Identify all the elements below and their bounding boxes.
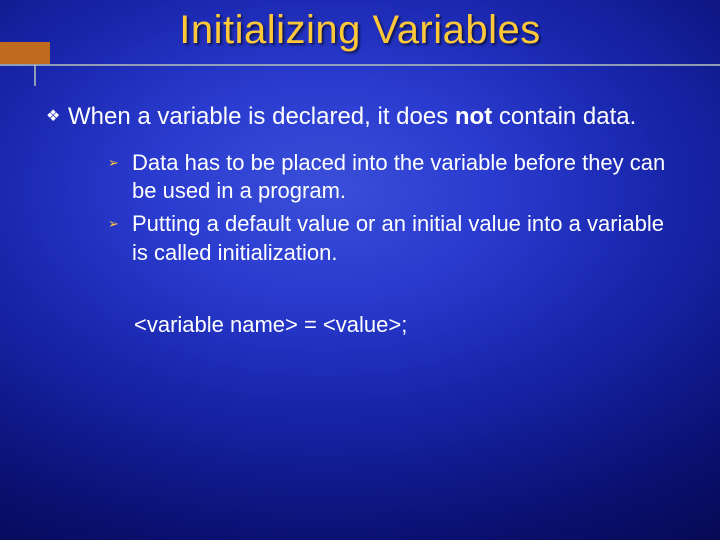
sub-a-text: Data has to be placed into the variable … [132,149,680,206]
bullet1-pre: When a variable is declared, it does [68,103,455,130]
syntax-example: <variable name> = <value>; [134,311,680,339]
bullet-level2: ➢ Putting a default value or an initial … [108,210,680,267]
bullet-level2: ➢ Data has to be placed into the variabl… [108,149,680,206]
bullet1-post: contain data. [492,103,636,130]
diamond-bullet-icon: ❖ [46,102,68,132]
corner-accent [0,42,50,64]
sub-b-text: Putting a default value or an initial va… [132,210,680,267]
bullet-level1: ❖ When a variable is declared, it does n… [46,102,680,133]
title-underline [0,64,720,66]
bullet1-text: When a variable is declared, it does not… [68,102,680,133]
arrow-bullet-icon: ➢ [108,210,132,238]
sub-bullet-list: ➢ Data has to be placed into the variabl… [108,149,680,267]
arrow-bullet-icon: ➢ [108,149,132,177]
bullet1-bold: not [455,103,492,130]
title-bar: Initializing Variables [0,0,720,88]
content-area: ❖ When a variable is declared, it does n… [0,88,720,339]
slide-title: Initializing Variables [0,10,720,50]
vertical-tick [34,64,36,86]
